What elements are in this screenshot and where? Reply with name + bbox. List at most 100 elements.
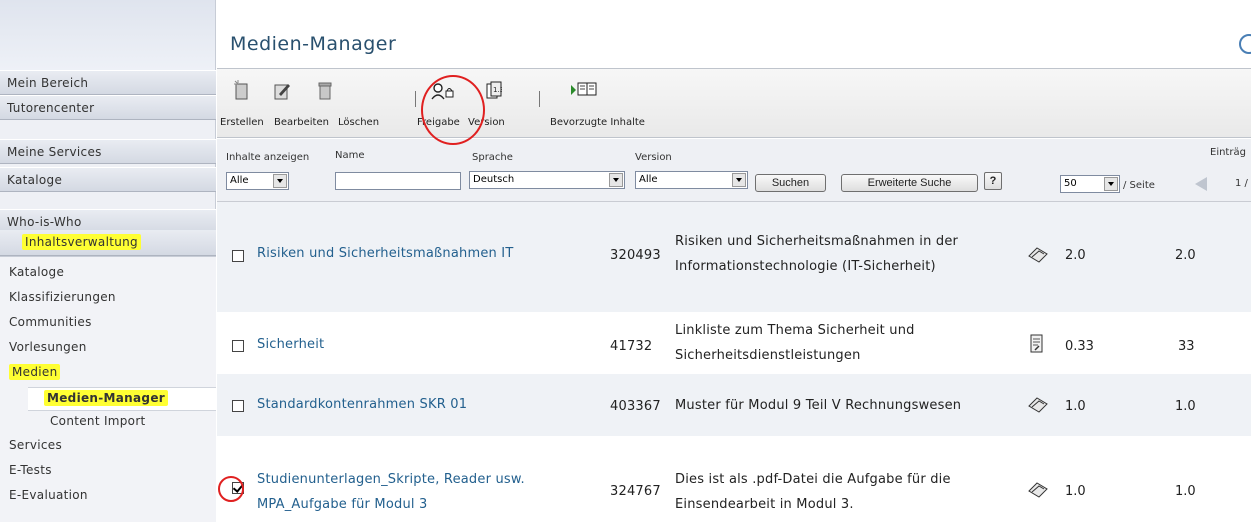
name-input[interactable] xyxy=(335,172,461,190)
row-description-line: Sicherheitsdienstleistungen xyxy=(675,348,861,363)
row-version: 1.0 xyxy=(1065,484,1086,499)
row-title-link[interactable]: Sicherheit xyxy=(257,332,324,357)
row-checkbox[interactable] xyxy=(232,400,244,412)
sub-e-evaluation[interactable]: E-Evaluation xyxy=(9,487,88,504)
sub-medien[interactable]: Medien xyxy=(9,364,61,381)
erstellen-button[interactable]: Erstellen xyxy=(220,117,264,128)
sub-klassifizierungen[interactable]: Klassifizierungen xyxy=(9,289,116,306)
row-title-line[interactable]: Studienunterlagen_Skripte, Reader usw. xyxy=(257,467,525,492)
toolbar: 1.3 Erstellen Bearbeiten Löschen Freigab… xyxy=(217,68,1251,138)
previous-page-icon[interactable] xyxy=(1193,176,1209,192)
version-select-value: Alle xyxy=(639,174,658,185)
row-version: 2.0 xyxy=(1065,248,1086,263)
row-description: Dies ist als .pdf-Datei die Aufgabe für … xyxy=(675,467,951,517)
erweiterte-suche-button[interactable]: Erweiterte Suche xyxy=(841,174,978,192)
trash-icon[interactable] xyxy=(318,81,332,101)
eintraege-label: Einträg xyxy=(1210,147,1246,158)
row-id: 403367 xyxy=(610,399,661,414)
loeschen-button[interactable]: Löschen xyxy=(338,117,379,128)
nav-kataloge[interactable]: Kataloge xyxy=(0,167,216,192)
row-title-line[interactable]: MPA_Aufgabe für Modul 3 xyxy=(257,492,525,517)
bevorzugte-inhalte-button[interactable]: Bevorzugte Inhalte xyxy=(550,117,645,128)
inhalte-select[interactable]: Alle xyxy=(226,172,289,190)
row-checkbox[interactable] xyxy=(232,340,244,352)
new-document-icon[interactable] xyxy=(233,79,249,101)
row-title-link[interactable]: Studienunterlagen_Skripte, Reader usw. M… xyxy=(257,467,525,517)
row-description: Muster für Modul 9 Teil V Rechnungswesen xyxy=(675,398,962,413)
version-icon[interactable]: 1.3 xyxy=(486,81,502,101)
row-description: Linkliste zum Thema Sicherheit und Siche… xyxy=(675,318,915,368)
inhalte-anzeigen-label: Inhalte anzeigen xyxy=(226,152,310,163)
page-indicator: 1 / xyxy=(1235,178,1248,189)
table-row: Sicherheit 41732 Linkliste zum Thema Sic… xyxy=(217,312,1251,374)
sub-vorlesungen[interactable]: Vorlesungen xyxy=(9,339,87,356)
chevron-down-icon xyxy=(273,174,287,188)
chevron-down-icon xyxy=(732,173,746,187)
table-row: Standardkontenrahmen SKR 01 403367 Muste… xyxy=(217,374,1251,436)
row-title-link[interactable]: Risiken und Sicherheitsmaßnahmen IT xyxy=(257,241,513,266)
row-id: 41732 xyxy=(610,339,653,354)
link-list-icon xyxy=(1030,334,1043,353)
row-description: Risiken und Sicherheitsmaßnahmen in der … xyxy=(675,229,958,279)
row-description-line: Risiken und Sicherheitsmaßnahmen in der xyxy=(675,234,959,249)
row-description-line: Linkliste zum Thema Sicherheit und xyxy=(675,323,915,338)
sprache-select-value: Deutsch xyxy=(473,174,515,185)
version-label: Version xyxy=(635,152,672,163)
row-checkbox-checked[interactable] xyxy=(232,482,244,494)
version-select[interactable]: Alle xyxy=(635,171,748,189)
sub-medien-manager-label: Medien-Manager xyxy=(44,390,168,406)
row-version-value: 1.0 xyxy=(1175,484,1196,499)
nav-mein-bereich[interactable]: Mein Bereich xyxy=(0,70,216,95)
sub-communities[interactable]: Communities xyxy=(9,314,92,331)
page-title: Medien-Manager xyxy=(230,33,397,55)
sub-medien-manager[interactable]: Medien-Manager xyxy=(44,390,168,407)
share-user-lock-icon[interactable] xyxy=(431,83,455,101)
help-button[interactable]: ? xyxy=(984,172,1002,190)
logo-area xyxy=(0,0,215,70)
favorite-book-icon[interactable] xyxy=(570,82,598,98)
version-button[interactable]: Version xyxy=(468,117,505,128)
sprache-select[interactable]: Deutsch xyxy=(469,171,625,189)
eraser-icon xyxy=(1028,482,1048,498)
row-version-value: 33 xyxy=(1178,339,1195,354)
nav-meine-services[interactable]: Meine Services xyxy=(0,139,216,164)
bearbeiten-button[interactable]: Bearbeiten xyxy=(274,117,329,128)
inhalte-select-value: Alle xyxy=(230,175,249,186)
sub-content-import[interactable]: Content Import xyxy=(50,413,146,430)
sub-e-tests[interactable]: E-Tests xyxy=(9,462,52,479)
row-id: 320493 xyxy=(610,248,661,263)
chevron-down-icon xyxy=(609,173,623,187)
row-version: 0.33 xyxy=(1065,339,1094,354)
row-version: 1.0 xyxy=(1065,399,1086,414)
sub-kataloge[interactable]: Kataloge xyxy=(9,264,64,281)
row-description-line: Informationstechnologie (IT-Sicherheit) xyxy=(675,259,936,274)
main-content: Medien-Manager 1.3 Erstellen Bearbeiten … xyxy=(217,0,1251,522)
toolbar-separator xyxy=(415,91,416,107)
table-row: Risiken und Sicherheitsmaßnahmen IT 3204… xyxy=(217,202,1251,312)
sub-medien-label: Medien xyxy=(9,364,61,380)
help-icon[interactable] xyxy=(1239,34,1251,54)
nav-inhaltsverwaltung-row[interactable]: Inhaltsverwaltung xyxy=(0,230,216,256)
row-checkbox[interactable] xyxy=(232,250,244,262)
row-version-value: 1.0 xyxy=(1175,399,1196,414)
table-row: Studienunterlagen_Skripte, Reader usw. M… xyxy=(217,436,1251,522)
per-page-value: 50 xyxy=(1064,178,1077,189)
svg-text:1.3: 1.3 xyxy=(493,86,502,94)
row-title-link[interactable]: Standardkontenrahmen SKR 01 xyxy=(257,392,467,417)
sub-services[interactable]: Services xyxy=(9,437,62,454)
nav-inhaltsverwaltung[interactable]: Inhaltsverwaltung xyxy=(22,234,141,250)
row-description-line: Dies ist als .pdf-Datei die Aufgabe für … xyxy=(675,472,951,487)
freigabe-button[interactable]: Freigabe xyxy=(417,117,460,128)
suchen-button[interactable]: Suchen xyxy=(755,174,826,192)
toolbar-separator xyxy=(539,91,540,107)
row-id: 324767 xyxy=(610,484,661,499)
sidebar: Mein Bereich Tutorencenter Meine Service… xyxy=(0,0,216,522)
eraser-icon xyxy=(1028,247,1048,263)
nav-tutorencenter[interactable]: Tutorencenter xyxy=(0,95,216,120)
row-version-value: 2.0 xyxy=(1175,248,1196,263)
edit-icon[interactable] xyxy=(273,81,291,101)
eraser-icon xyxy=(1028,397,1048,413)
filter-bar: Inhalte anzeigen Name Sprache Version Ei… xyxy=(217,139,1251,202)
per-page-select[interactable]: 50 xyxy=(1060,175,1120,193)
name-label: Name xyxy=(335,150,365,161)
